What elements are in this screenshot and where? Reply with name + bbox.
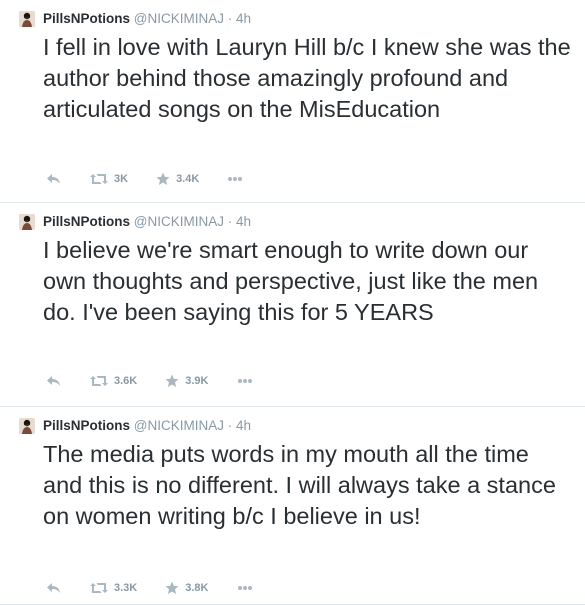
separator: · bbox=[227, 418, 233, 433]
timestamp[interactable]: 4h bbox=[236, 214, 251, 229]
retweet-count: 3.3K bbox=[114, 582, 138, 594]
reply-button[interactable] bbox=[46, 582, 62, 594]
reply-icon bbox=[47, 583, 60, 593]
favorite-button[interactable]: 3.9K bbox=[165, 374, 209, 388]
more-icon bbox=[237, 586, 252, 590]
retweet-button[interactable]: 3.3K bbox=[90, 582, 137, 594]
reply-icon bbox=[47, 174, 60, 184]
user-handle[interactable]: @NICKIMINAJ bbox=[134, 214, 224, 229]
reply-icon bbox=[47, 376, 60, 386]
tweet-text: I fell in love with Lauryn Hill b/c I kn… bbox=[43, 34, 571, 122]
retweet-icon bbox=[90, 376, 108, 386]
star-icon bbox=[156, 172, 170, 185]
tweet: PillsNPotions @NICKIMINAJ · 4h The media… bbox=[0, 407, 585, 605]
timestamp[interactable]: 4h bbox=[236, 418, 251, 433]
user-fullname[interactable]: PillsNPotions bbox=[43, 214, 130, 229]
more-icon bbox=[228, 177, 243, 181]
more-button[interactable] bbox=[237, 585, 253, 591]
favorite-button[interactable]: 3.4K bbox=[156, 172, 199, 186]
retweet-icon bbox=[90, 583, 108, 593]
tweet-actions: 3.3K 3.8K bbox=[46, 579, 281, 597]
tweet-text: I believe we're smart enough to write do… bbox=[43, 237, 539, 325]
more-icon bbox=[237, 379, 252, 383]
more-button[interactable] bbox=[227, 176, 243, 182]
user-handle[interactable]: @NICKIMINAJ bbox=[134, 418, 224, 433]
tweet-header: PillsNPotions @NICKIMINAJ · 4h bbox=[43, 10, 251, 27]
star-icon bbox=[165, 581, 179, 594]
user-handle[interactable]: @NICKIMINAJ bbox=[134, 11, 224, 26]
timestamp[interactable]: 4h bbox=[236, 11, 251, 26]
avatar[interactable] bbox=[19, 418, 35, 434]
retweet-button[interactable]: 3K bbox=[90, 173, 128, 185]
tweet-actions: 3.6K 3.9K bbox=[46, 372, 281, 390]
user-fullname[interactable]: PillsNPotions bbox=[43, 11, 130, 26]
tweet: PillsNPotions @NICKIMINAJ · 4h I fell in… bbox=[0, 0, 585, 203]
reply-button[interactable] bbox=[46, 375, 62, 387]
retweet-count: 3.6K bbox=[114, 375, 138, 387]
favorite-count: 3.4K bbox=[176, 173, 200, 185]
more-button[interactable] bbox=[237, 378, 253, 384]
retweet-icon bbox=[90, 174, 108, 184]
tweet-header: PillsNPotions @NICKIMINAJ · 4h bbox=[43, 417, 251, 434]
avatar[interactable] bbox=[19, 214, 35, 230]
avatar[interactable] bbox=[19, 11, 35, 27]
user-fullname[interactable]: PillsNPotions bbox=[43, 418, 130, 433]
separator: · bbox=[227, 214, 233, 229]
retweet-count: 3K bbox=[114, 173, 129, 185]
star-icon bbox=[165, 374, 179, 387]
favorite-count: 3.9K bbox=[185, 375, 209, 387]
tweet: PillsNPotions @NICKIMINAJ · 4h I believe… bbox=[0, 203, 585, 407]
separator: · bbox=[227, 11, 233, 26]
retweet-button[interactable]: 3.6K bbox=[90, 375, 137, 387]
tweet-header: PillsNPotions @NICKIMINAJ · 4h bbox=[43, 213, 251, 230]
tweet-actions: 3K 3.4K bbox=[46, 170, 271, 188]
favorite-count: 3.8K bbox=[185, 582, 209, 594]
tweet-text: The media puts words in my mouth all the… bbox=[43, 441, 556, 529]
reply-button[interactable] bbox=[46, 173, 62, 185]
favorite-button[interactable]: 3.8K bbox=[165, 581, 209, 595]
